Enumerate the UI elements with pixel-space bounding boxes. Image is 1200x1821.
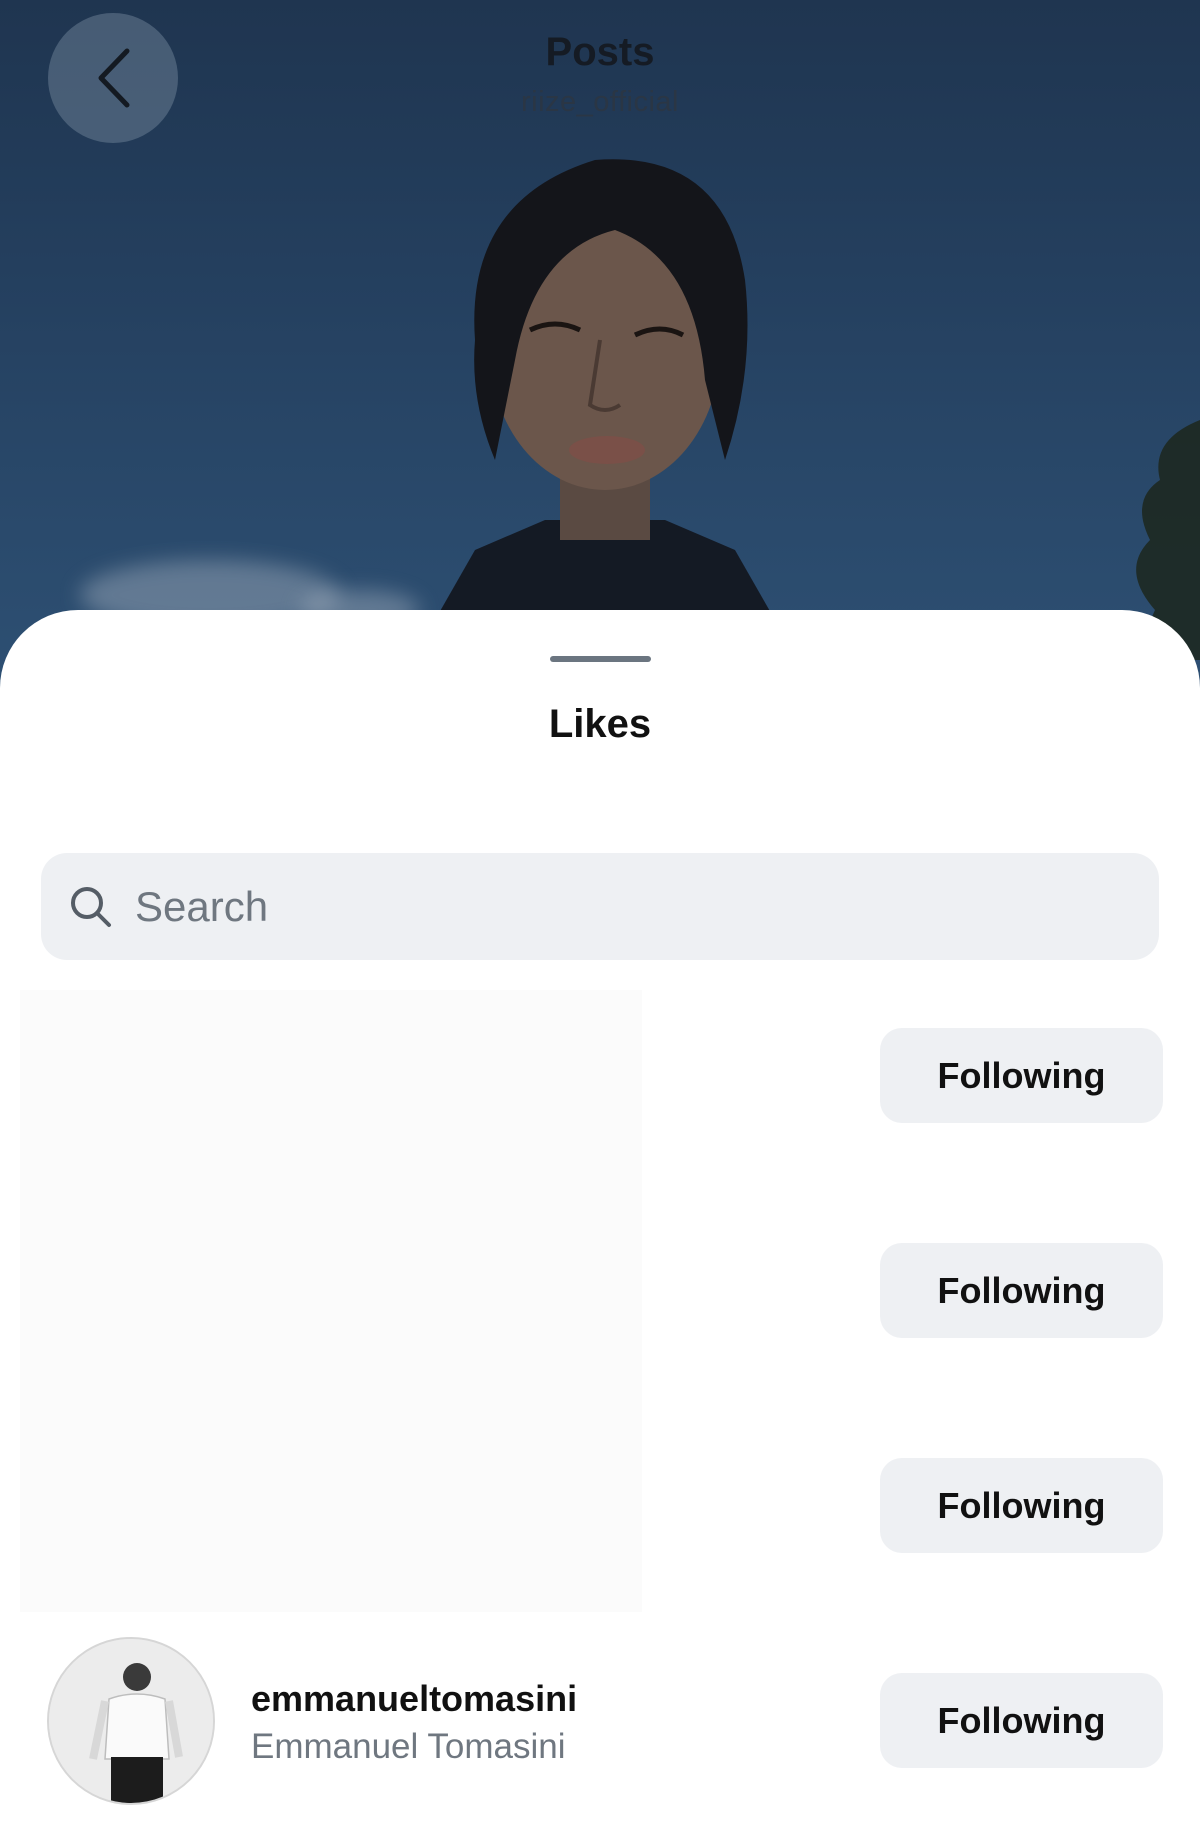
search-input[interactable] [135, 882, 1095, 931]
following-button[interactable]: Following [880, 1028, 1163, 1123]
hidden-user-info [20, 990, 642, 1612]
list-item[interactable]: emmanueltomasini Emmanuel Tomasini Follo… [0, 1635, 1200, 1821]
username[interactable]: emmanueltomasini [251, 1678, 577, 1720]
search-icon [69, 885, 113, 929]
following-button[interactable]: Following [880, 1673, 1163, 1768]
following-button[interactable]: Following [880, 1458, 1163, 1553]
search-bar[interactable] [41, 853, 1159, 960]
likes-sheet: Likes Following Following Following emma… [0, 610, 1200, 1821]
account-handle: riize_official [521, 86, 679, 118]
person-photo [435, 159, 775, 620]
following-button[interactable]: Following [880, 1243, 1163, 1338]
avatar[interactable] [47, 1637, 215, 1805]
page-title: Posts [545, 30, 655, 74]
full-name: Emmanuel Tomasini [251, 1727, 566, 1766]
sheet-title: Likes [548, 702, 652, 746]
sheet-grabber[interactable] [550, 656, 651, 662]
